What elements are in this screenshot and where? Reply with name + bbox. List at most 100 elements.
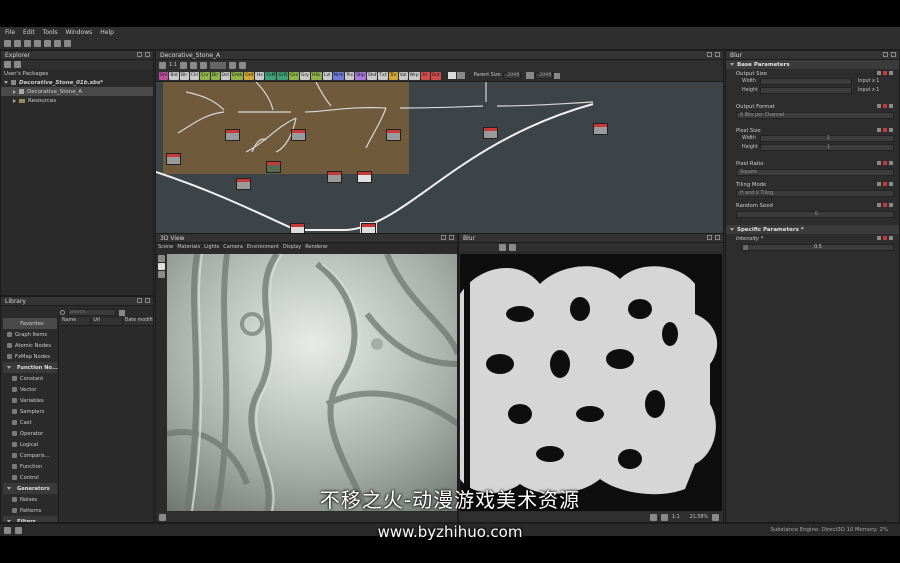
graph-node[interactable] xyxy=(386,129,401,141)
library-item[interactable]: Constant xyxy=(3,373,57,384)
view-icon[interactable] xyxy=(499,243,506,251)
tile-icon[interactable] xyxy=(660,514,668,521)
node-chip[interactable]: Lvl xyxy=(322,71,332,80)
node-chip[interactable]: Trs xyxy=(388,71,398,80)
node-chip[interactable]: Pix xyxy=(345,71,355,80)
close-icon[interactable] xyxy=(145,298,150,303)
node-chip[interactable]: Hs xyxy=(255,71,265,80)
3d-viewport[interactable] xyxy=(167,254,458,511)
library-column-header[interactable]: Date modifi xyxy=(123,318,153,325)
base-parameters-header[interactable]: Base Parameters xyxy=(726,60,899,69)
export-icon[interactable] xyxy=(509,243,516,251)
node-chip[interactable]: FxM xyxy=(265,71,277,80)
library-item[interactable]: FxMap Nodes xyxy=(3,351,57,362)
resources-row[interactable]: Resources xyxy=(1,96,153,105)
intensity-slider[interactable]: 0.5 xyxy=(742,244,894,251)
node-chip[interactable]: Blr xyxy=(179,71,189,80)
graph-view-icon[interactable] xyxy=(159,61,166,69)
node-chip[interactable]: Shp xyxy=(355,71,366,80)
menu-help[interactable]: Help xyxy=(100,29,114,36)
zoom-fit-icon[interactable] xyxy=(712,514,719,521)
undo-icon[interactable] xyxy=(54,39,61,47)
filter-icon[interactable] xyxy=(119,309,125,316)
save-all-icon[interactable] xyxy=(34,39,41,47)
select-icon[interactable] xyxy=(158,263,165,270)
view3d-menu-display[interactable]: Display xyxy=(283,244,301,250)
random-seed-field[interactable]: 0 xyxy=(736,211,894,218)
library-item[interactable]: Vector xyxy=(3,384,57,395)
node-chip[interactable]: Grd xyxy=(244,71,255,80)
graph-node[interactable] xyxy=(166,153,181,165)
light-icon[interactable] xyxy=(158,271,165,278)
new-package-icon[interactable] xyxy=(4,61,11,68)
new-icon[interactable] xyxy=(4,39,11,47)
refresh-icon[interactable] xyxy=(554,72,561,79)
menu-edit[interactable]: Edit xyxy=(23,29,35,36)
library-item[interactable]: Filters xyxy=(3,516,57,522)
channel-icon[interactable] xyxy=(649,514,657,521)
pixel-ratio-select[interactable]: Square xyxy=(736,169,894,176)
open-icon[interactable] xyxy=(14,39,21,47)
close-icon[interactable] xyxy=(145,52,150,57)
save-icon[interactable] xyxy=(24,39,31,47)
cut-icon[interactable] xyxy=(44,39,51,47)
graph-node[interactable] xyxy=(327,171,342,183)
node-chip[interactable]: Shd xyxy=(366,71,378,80)
menu-windows[interactable]: Windows xyxy=(65,29,92,36)
parent-size-field[interactable]: 2048 xyxy=(503,72,522,79)
frame-icon[interactable] xyxy=(180,61,188,69)
settings-icon[interactable] xyxy=(239,61,247,69)
menu-tools[interactable]: Tools xyxy=(43,29,58,36)
output-height-slider[interactable] xyxy=(760,87,852,94)
node-chip[interactable]: Chl xyxy=(189,71,199,80)
library-item[interactable]: Cast xyxy=(3,417,57,428)
node-chip[interactable]: Uni xyxy=(159,71,169,80)
node-chip[interactable]: Bld xyxy=(169,71,179,80)
node-chip[interactable]: Out xyxy=(430,71,441,80)
library-item[interactable]: Favorites xyxy=(3,318,57,329)
graph-node[interactable] xyxy=(593,123,608,135)
camera-icon[interactable] xyxy=(159,514,166,521)
view3d-menu-environment[interactable]: Environment xyxy=(247,244,279,250)
graph-tab[interactable]: Decorative_Stone_A xyxy=(156,51,723,60)
float-icon[interactable] xyxy=(883,52,888,57)
zoom-icon[interactable] xyxy=(200,61,208,69)
output-format-select[interactable]: 8 Bits per Channel xyxy=(736,112,894,119)
graph-node[interactable] xyxy=(225,129,240,141)
view3d-menu-materials[interactable]: Materials xyxy=(177,244,200,250)
library-item[interactable]: Control xyxy=(3,472,57,483)
node-chip[interactable]: Gry xyxy=(299,71,310,80)
node-chip[interactable]: Emb xyxy=(231,71,244,80)
2d-viewport[interactable] xyxy=(460,254,722,511)
preview-toggle[interactable] xyxy=(447,72,456,79)
float-icon[interactable] xyxy=(137,52,142,57)
frame-toggle[interactable] xyxy=(456,72,465,79)
view3d-menu-renderer[interactable]: Renderer xyxy=(305,244,328,250)
float-icon[interactable] xyxy=(137,298,142,303)
close-icon[interactable] xyxy=(891,52,896,57)
close-icon[interactable] xyxy=(715,235,720,240)
align-button[interactable] xyxy=(210,61,227,69)
node-chip[interactable]: Nrm xyxy=(332,71,345,80)
view3d-menu-lights[interactable]: Lights xyxy=(204,244,219,250)
library-search-input[interactable] xyxy=(68,309,116,316)
graph-node[interactable] xyxy=(266,161,281,173)
pixel-height-field[interactable]: 1 xyxy=(760,144,894,151)
node-chip[interactable]: Dir xyxy=(210,71,220,80)
node-chip[interactable]: HSL xyxy=(310,71,322,80)
view3d-menu-camera[interactable]: Camera xyxy=(223,244,243,250)
float-icon[interactable] xyxy=(707,235,712,240)
library-column-header[interactable]: Url xyxy=(91,318,123,325)
library-item[interactable]: Logical xyxy=(3,439,57,450)
node-chip[interactable]: In xyxy=(420,71,430,80)
output-width-slider[interactable] xyxy=(760,78,852,85)
node-chip[interactable]: Grs xyxy=(289,71,299,80)
layout-icon[interactable] xyxy=(229,61,237,69)
library-item[interactable]: Comparis... xyxy=(3,450,57,461)
node-chip[interactable]: Dst xyxy=(220,71,231,80)
node-chip[interactable]: Wrp xyxy=(408,71,420,80)
close-icon[interactable] xyxy=(715,52,720,57)
graph-node[interactable] xyxy=(483,127,498,139)
comment-icon[interactable] xyxy=(190,61,198,69)
link-icon[interactable] xyxy=(526,72,535,79)
